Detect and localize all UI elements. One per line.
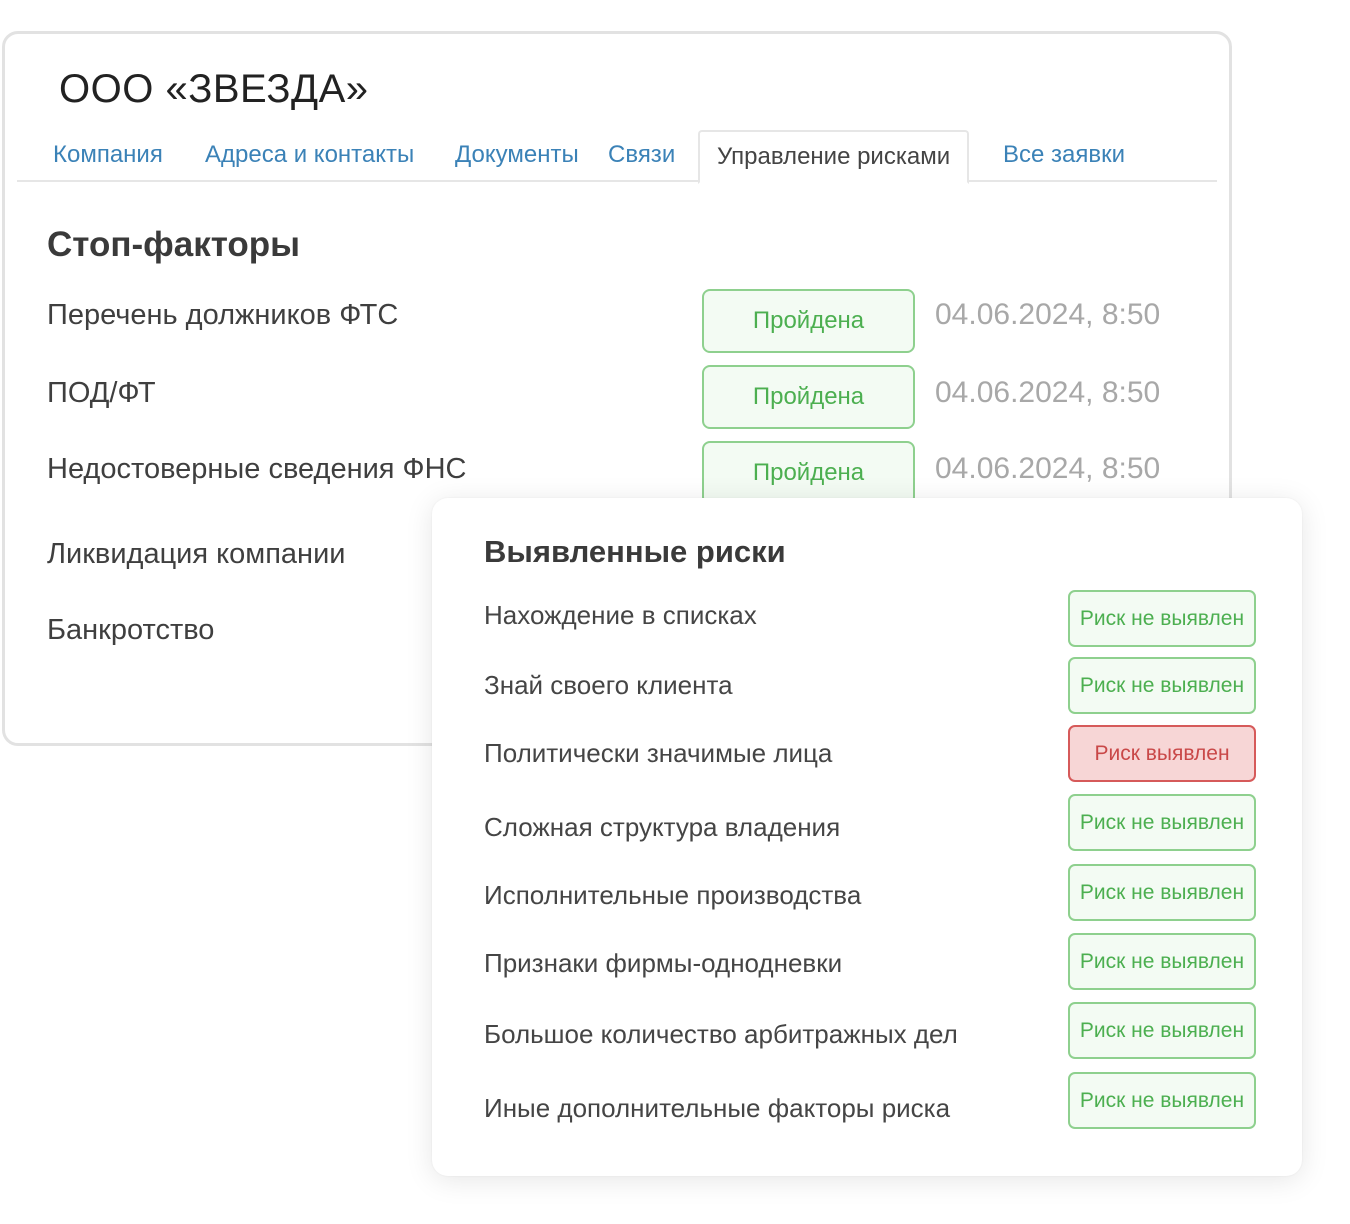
check-date: 04.06.2024, 8:50 (935, 376, 1161, 409)
risk-label: Большое количество арбитражных дел (484, 1019, 958, 1049)
stop-factor-label: ПОД/ФТ (47, 377, 156, 409)
stop-factor-label: Перечень должников ФТС (47, 299, 399, 331)
identified-risks-title: Выявленные риски (484, 534, 786, 569)
passed-badge: Пройдена (702, 289, 915, 353)
tab-links[interactable]: Связи (608, 130, 675, 182)
passed-badge: Пройдена (702, 441, 915, 505)
check-date: 04.06.2024, 8:50 (935, 452, 1161, 485)
risk-label: Сложная структура владения (484, 812, 841, 842)
passed-badge: Пройдена (702, 365, 915, 429)
risk-status-badge: Риск не выявлен (1068, 1002, 1256, 1059)
risk-label: Иные дополнительные факторы риска (484, 1093, 951, 1123)
stop-factor-label: Недостоверные сведения ФНС (47, 453, 467, 485)
risk-status-badge: Риск не выявлен (1068, 864, 1256, 921)
risk-status-badge: Риск выявлен (1068, 725, 1256, 782)
risk-status-badge: Риск не выявлен (1068, 933, 1256, 990)
risk-label: Политически значимые лица (484, 738, 833, 768)
risk-status-badge: Риск не выявлен (1068, 590, 1256, 647)
company-title: ООО «ЗВЕЗДА» (59, 67, 369, 111)
risk-status-badge: Риск не выявлен (1068, 657, 1256, 714)
risk-status-badge: Риск не выявлен (1068, 1072, 1256, 1129)
check-date: 04.06.2024, 8:50 (935, 298, 1161, 331)
tab-addresses-contacts[interactable]: Адреса и контакты (205, 130, 414, 182)
tab-company[interactable]: Компания (53, 130, 163, 182)
tab-bar: Компания Адреса и контакты Документы Свя… (17, 130, 1217, 184)
tab-documents[interactable]: Документы (455, 130, 579, 182)
stop-factors-title: Стоп-факторы (47, 225, 301, 264)
identified-risks-card: Выявленные риски Нахождение в списках Ри… (432, 498, 1302, 1176)
risk-status-badge: Риск не выявлен (1068, 794, 1256, 851)
risk-label: Признаки фирмы-однодневки (484, 948, 843, 978)
risk-label: Исполнительные производства (484, 880, 862, 910)
tab-all-requests[interactable]: Все заявки (1003, 130, 1125, 182)
stop-factor-label: Банкротство (47, 614, 215, 646)
risk-label: Знай своего клиента (484, 670, 733, 700)
stop-factor-label: Ликвидация компании (47, 538, 346, 570)
risk-label: Нахождение в списках (484, 600, 757, 630)
tab-risk-management[interactable]: Управление рисками (698, 130, 970, 184)
